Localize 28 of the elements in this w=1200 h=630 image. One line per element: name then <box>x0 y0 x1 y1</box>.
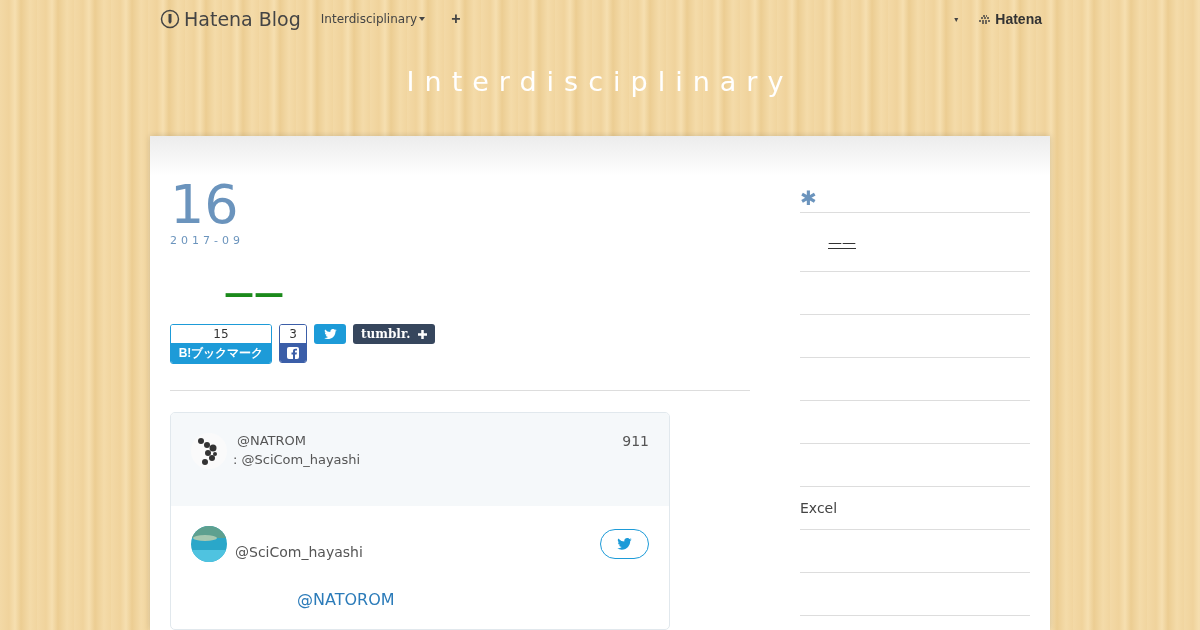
caret-icon <box>419 17 426 21</box>
hatena-link[interactable]: Hatena <box>978 11 1042 27</box>
logo-text[interactable]: Hatena Blog <box>184 8 301 30</box>
sidebar-heading: ✱ <box>800 186 1030 213</box>
facebook-icon <box>287 346 299 359</box>
account-menu[interactable]: ▾ <box>954 14 959 24</box>
add-button[interactable]: + <box>445 10 467 28</box>
entry-title[interactable]: —— <box>224 275 284 310</box>
twitter-follow-button[interactable] <box>600 529 649 559</box>
plus-icon <box>418 329 428 339</box>
sidebar-link[interactable]: —— <box>828 234 856 250</box>
sidebar-item[interactable]: Excel <box>800 500 838 516</box>
entry-month: 2017-09 <box>170 234 245 247</box>
pen-logo-icon <box>160 9 180 29</box>
mention-link[interactable]: @NATOROM <box>297 590 649 609</box>
bird-icon <box>617 538 632 550</box>
facebook-button[interactable] <box>280 343 306 362</box>
quoted-count: 911 <box>622 433 649 451</box>
quoted-username[interactable]: @NATROM <box>237 433 613 448</box>
quoted-reply: : @SciCom_hayashi <box>233 452 362 467</box>
bookmark-widget[interactable]: 15 B!ブックマーク <box>170 324 272 364</box>
blog-menu[interactable]: Interdisciplinary <box>320 12 426 26</box>
tumblr-button[interactable]: tumblr. <box>353 324 436 344</box>
entry-day: 16 <box>170 176 239 234</box>
twitter-button[interactable] <box>314 324 346 344</box>
tweet-username[interactable]: @SciCom_hayashi <box>235 544 592 560</box>
bird-icon <box>323 328 337 340</box>
facebook-widget[interactable]: 3 <box>279 324 307 363</box>
